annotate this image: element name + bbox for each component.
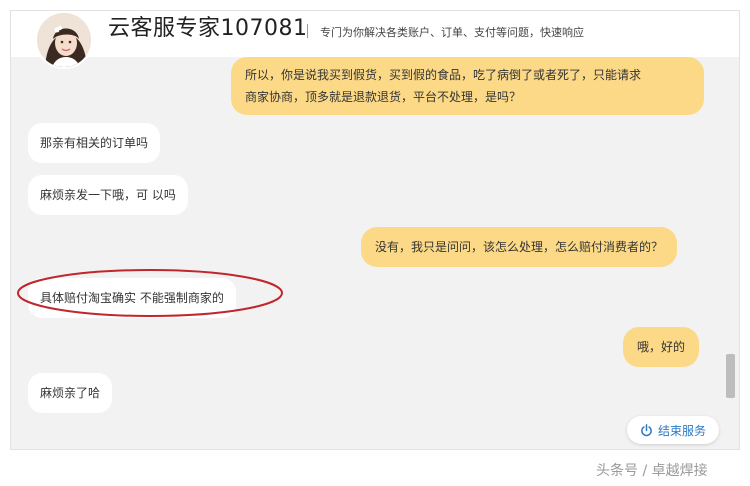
end-service-button[interactable]: 结束服务: [627, 416, 719, 444]
scrollbar-thumb[interactable]: [726, 354, 735, 398]
power-icon: [641, 423, 652, 436]
chat-scrollbar[interactable]: [723, 57, 737, 447]
watermark: 头条号 / 卓越焊接: [596, 463, 708, 479]
message-bubble-user: 哦，好的: [623, 327, 700, 367]
message-text: 麻烦亲了哈: [40, 386, 101, 400]
annotation-circle: [17, 269, 283, 317]
annotation-overlay: [17, 269, 283, 317]
message-bubble-agent: 麻烦亲了哈: [28, 373, 113, 413]
message-text: 哦，好的: [637, 340, 686, 354]
end-service-label: 结束服务: [657, 423, 706, 438]
